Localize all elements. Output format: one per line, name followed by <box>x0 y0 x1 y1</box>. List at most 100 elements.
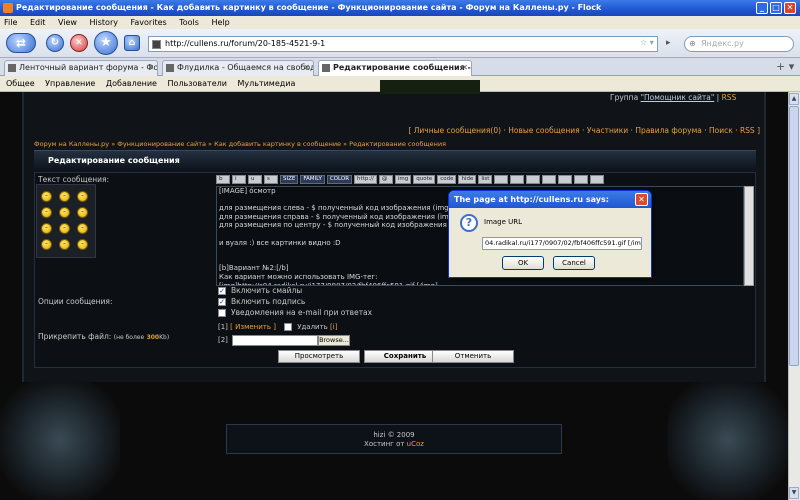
link-forum-rules[interactable]: Правила форума <box>635 126 702 135</box>
tab-ribbon-forum[interactable]: Ленточный вариант форума - Форум ... ✕ <box>4 60 158 76</box>
back-forward-button[interactable]: ⇄ <box>6 33 36 53</box>
smiley-icon[interactable]: ᵕ <box>41 207 52 218</box>
scrollbar-thumb[interactable] <box>789 106 799 366</box>
bb-extra-button[interactable] <box>558 175 573 184</box>
close-window-button[interactable]: ✕ <box>784 2 796 14</box>
menu-file[interactable]: File <box>4 18 17 27</box>
bb-italic-button[interactable]: i <box>232 175 246 184</box>
smiley-icon[interactable]: ᵕ <box>77 239 88 250</box>
smiley-icon[interactable]: ᵕ <box>59 207 70 218</box>
smiley-icon[interactable]: ᵕ <box>41 239 52 250</box>
stop-icon[interactable]: ✕ <box>70 34 88 52</box>
scroll-down-arrow-icon[interactable]: ▼ <box>789 487 799 499</box>
smiley-icon[interactable]: ᵕ <box>59 223 70 234</box>
link-new-messages[interactable]: Новые сообщения <box>508 126 579 135</box>
bb-size-select[interactable]: SIZE <box>280 175 299 184</box>
menu-history[interactable]: History <box>90 18 118 27</box>
question-icon: ? <box>460 214 478 232</box>
option-email-notify-label: Уведомления на e-mail при ответах <box>231 308 373 317</box>
tab-close-icon[interactable]: ✕ <box>303 61 310 75</box>
menu-favorites[interactable]: Favorites <box>131 18 167 27</box>
bb-extra-button[interactable] <box>526 175 541 184</box>
dialog-url-input[interactable]: 04.radikal.ru/i177/0907/02/fbf406ffc591.… <box>482 237 642 250</box>
bookmark-users[interactable]: Пользователи <box>168 79 227 88</box>
browse-button[interactable]: Browse... <box>318 335 350 346</box>
menu-edit[interactable]: Edit <box>30 18 46 27</box>
tab-floodilka[interactable]: Флудилка - Общаемся на свободные ... ✕ <box>162 60 314 76</box>
bb-code-button[interactable]: code <box>437 175 457 184</box>
reload-icon[interactable]: ↻ <box>46 34 64 52</box>
checkbox-signature[interactable]: ✓ <box>218 298 226 306</box>
tab-close-icon[interactable]: ✕ <box>461 61 468 75</box>
smiley-icon[interactable]: ᵕ <box>77 207 88 218</box>
textarea-scrollbar[interactable] <box>744 186 754 286</box>
file1-delete-checkbox[interactable] <box>284 323 293 331</box>
bookmark-adding[interactable]: Добавление <box>106 79 157 88</box>
smiley-icon[interactable]: ᵕ <box>59 191 70 202</box>
group-link[interactable]: "Помощник сайта" <box>641 93 715 102</box>
dialog-close-icon[interactable]: ✕ <box>635 193 648 206</box>
link-rss[interactable]: RSS ] <box>740 126 760 135</box>
menu-tools[interactable]: Tools <box>179 18 199 27</box>
bookmark-general[interactable]: Общее <box>6 79 35 88</box>
file1-change-link[interactable]: [ Изменить ] <box>230 323 276 331</box>
menu-view[interactable]: View <box>58 18 77 27</box>
go-icon[interactable]: ▸ <box>666 38 671 48</box>
dialog-cancel-button[interactable]: Cancel <box>553 256 595 270</box>
tab-close-icon[interactable]: ✕ <box>147 61 154 75</box>
flock-app-icon <box>3 3 13 13</box>
checkbox-smilies[interactable]: ✓ <box>218 287 226 295</box>
bookmark-management[interactable]: Управление <box>45 79 95 88</box>
home-icon[interactable]: ⌂ <box>124 35 140 51</box>
search-input[interactable]: ⊕ Яндекс.ру <box>684 36 794 52</box>
breadcrumb[interactable]: Форум на Каллены.ру » Функционирование с… <box>34 140 446 148</box>
footer-ucoz-link[interactable]: uCoz <box>407 440 424 448</box>
bb-img-button[interactable]: img <box>394 175 412 184</box>
bb-underline-button[interactable]: u <box>248 175 262 184</box>
bb-extra-button[interactable] <box>542 175 557 184</box>
smiley-icon[interactable]: ᵕ <box>41 191 52 202</box>
dialog-ok-button[interactable]: OK <box>502 256 544 270</box>
tab-edit-message[interactable]: Редактирование сообщения - К... ✕ <box>318 60 472 77</box>
star-favorite-icon[interactable]: ★ <box>94 31 118 55</box>
checkbox-email-notify[interactable] <box>218 309 226 317</box>
new-tab-button[interactable]: + ▾ <box>776 60 794 73</box>
bb-extra-button[interactable] <box>494 175 509 184</box>
url-actions-icons[interactable]: ☆ ▾ <box>640 38 654 47</box>
minimize-button[interactable]: _ <box>756 2 768 14</box>
bb-extra-button[interactable] <box>590 175 605 184</box>
link-members[interactable]: Участники <box>587 126 628 135</box>
bb-list-button[interactable]: list <box>478 175 493 184</box>
file2-index: [2] <box>218 336 228 344</box>
bb-extra-button[interactable] <box>574 175 589 184</box>
address-bar[interactable]: http://cullens.ru/forum/20-185-4521-9-1 <box>148 36 658 52</box>
smiley-icon[interactable]: ᵕ <box>41 223 52 234</box>
file-input[interactable] <box>232 335 318 346</box>
smiley-icon[interactable]: ᵕ <box>77 191 88 202</box>
bb-hide-button[interactable]: hide <box>458 175 477 184</box>
bb-email-button[interactable]: @ <box>378 175 393 184</box>
file1-info-icon[interactable]: [i] <box>330 323 337 331</box>
link-search[interactable]: Поиск <box>709 126 733 135</box>
bb-bold-button[interactable]: b <box>216 175 230 184</box>
bb-strike-button[interactable]: s <box>264 175 278 184</box>
option-email-notify[interactable]: Уведомления на e-mail при ответах <box>218 308 372 318</box>
preview-button[interactable]: Просмотреть <box>278 350 360 363</box>
menu-help[interactable]: Help <box>211 18 229 27</box>
link-private-messages[interactable]: [ Личные сообщения(0) <box>408 126 501 135</box>
header-rss-link[interactable]: RSS <box>722 93 737 102</box>
scroll-up-arrow-icon[interactable]: ▲ <box>789 93 799 105</box>
bb-color-select[interactable]: COLOR <box>326 175 353 184</box>
option-signature[interactable]: ✓ Включить подпись <box>218 297 305 307</box>
bb-quote-button[interactable]: quote <box>413 175 436 184</box>
bb-family-select[interactable]: FAMILY <box>300 175 325 184</box>
smiley-icon[interactable]: ᵕ <box>77 223 88 234</box>
cancel-button[interactable]: Отменить <box>432 350 514 363</box>
menu-bar: File Edit View History Favorites Tools H… <box>0 16 800 29</box>
bb-link-button[interactable]: http:// <box>354 175 377 184</box>
maximize-button[interactable]: □ <box>770 2 782 14</box>
bookmark-multimedia[interactable]: Мультимедиа <box>237 79 295 88</box>
smiley-icon[interactable]: ᵕ <box>59 239 70 250</box>
bb-extra-button[interactable] <box>510 175 525 184</box>
option-smilies[interactable]: ✓ Включить смайлы <box>218 286 302 296</box>
